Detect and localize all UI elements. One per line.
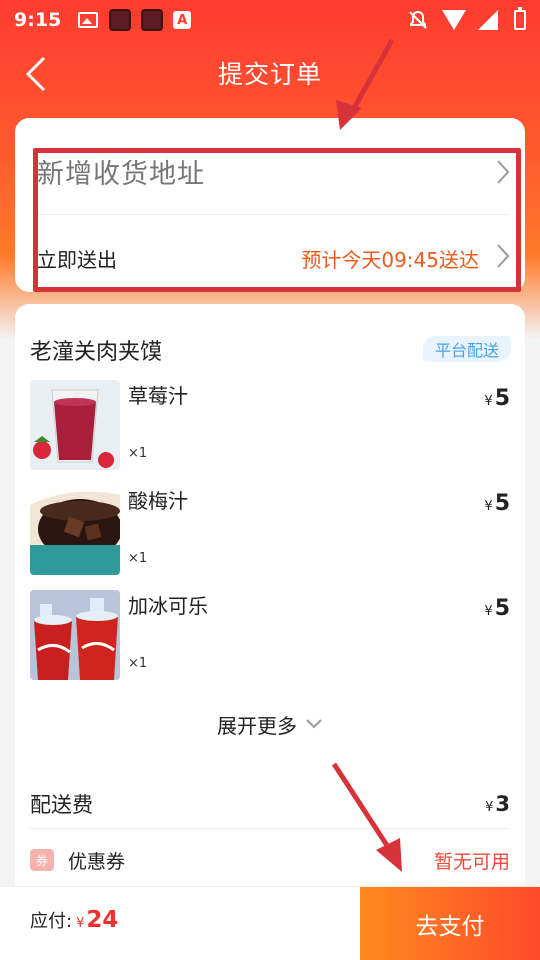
- item-quantity: ×1: [128, 551, 148, 566]
- coupon-row[interactable]: 券 优惠券 暂无可用: [30, 842, 510, 878]
- chevron-left-icon: [25, 56, 46, 92]
- page-title: 提交订单: [217, 60, 322, 89]
- battery-charging-icon: [514, 7, 526, 30]
- mute-bell-icon: [408, 10, 428, 30]
- item-price: ¥5: [484, 386, 510, 411]
- platform-delivery-badge: 平台配送: [422, 336, 511, 362]
- back-button[interactable]: [22, 54, 58, 94]
- delivery-time-row[interactable]: 立即送出 预计今天09:45送达: [15, 222, 525, 292]
- chevron-right-icon: [495, 158, 511, 186]
- order-item[interactable]: 加冰可乐 ×1 ¥5: [30, 590, 510, 682]
- chevron-down-icon: [305, 715, 323, 734]
- product-image: [30, 485, 120, 575]
- checkout-bar: 应付: ¥ 24 去支付: [0, 886, 540, 960]
- item-price-value: 5: [494, 491, 510, 516]
- add-address-label: 新增收货地址: [37, 159, 205, 190]
- product-image: [30, 380, 120, 470]
- currency-symbol: ¥: [484, 499, 493, 514]
- currency-symbol: ¥: [76, 916, 85, 931]
- app-icon: [141, 9, 164, 31]
- item-quantity: ×1: [128, 656, 148, 671]
- order-card: 老潼关肉夹馍 平台配送 草莓汁 ×1 ¥5 酸梅汁 ×1 ¥5 加冰可乐 ×1 …: [15, 304, 525, 924]
- item-price-value: 5: [494, 386, 510, 411]
- cell-signal-icon: [478, 10, 500, 30]
- item-name: 酸梅汁: [128, 489, 188, 513]
- payable-value: 24: [86, 907, 119, 933]
- coupon-label: 优惠券: [68, 850, 126, 873]
- add-address-row[interactable]: 新增收货地址: [15, 144, 525, 214]
- text-app-icon: A: [173, 11, 192, 29]
- item-price-value: 5: [494, 596, 510, 621]
- wifi-icon: [442, 10, 466, 30]
- address-card: 新增收货地址 立即送出 预计今天09:45送达: [15, 118, 525, 292]
- pay-button[interactable]: 去支付: [360, 887, 540, 960]
- coupon-icon: 券: [30, 849, 54, 871]
- status-time: 9:15: [14, 9, 62, 31]
- expand-more-label: 展开更多: [217, 714, 297, 738]
- currency-symbol: ¥: [485, 800, 494, 815]
- product-image: [30, 590, 120, 680]
- delivery-fee-row: 配送费 ¥3: [30, 786, 510, 822]
- divider: [30, 828, 510, 829]
- delivery-fee-amount: 3: [495, 792, 510, 816]
- item-price: ¥5: [484, 491, 510, 516]
- currency-symbol: ¥: [484, 394, 493, 409]
- order-item[interactable]: 草莓汁 ×1 ¥5: [30, 380, 510, 472]
- page-header: 提交订单: [0, 40, 540, 106]
- item-price: ¥5: [484, 596, 510, 621]
- divider: [37, 214, 510, 215]
- status-bar: 9:15 A: [0, 0, 540, 40]
- payable-amount: 应付: ¥ 24: [30, 907, 118, 933]
- chevron-right-icon: [495, 242, 511, 270]
- delivery-fee-label: 配送费: [30, 793, 93, 817]
- currency-symbol: ¥: [484, 604, 493, 619]
- app-icon: [109, 9, 132, 31]
- order-item[interactable]: 酸梅汁 ×1 ¥5: [30, 485, 510, 577]
- store-name: 老潼关肉夹馍: [30, 340, 163, 365]
- deliver-now-label: 立即送出: [37, 248, 117, 272]
- expand-more-button[interactable]: 展开更多: [15, 710, 525, 739]
- image-icon: [77, 9, 99, 31]
- item-name: 加冰可乐: [128, 594, 208, 618]
- delivery-fee-value: ¥3: [485, 792, 510, 816]
- item-name: 草莓汁: [128, 384, 188, 408]
- delivery-eta: 预计今天09:45送达: [301, 248, 479, 272]
- item-quantity: ×1: [128, 446, 148, 461]
- payable-label: 应付:: [30, 911, 73, 932]
- coupon-status: 暂无可用: [433, 850, 510, 873]
